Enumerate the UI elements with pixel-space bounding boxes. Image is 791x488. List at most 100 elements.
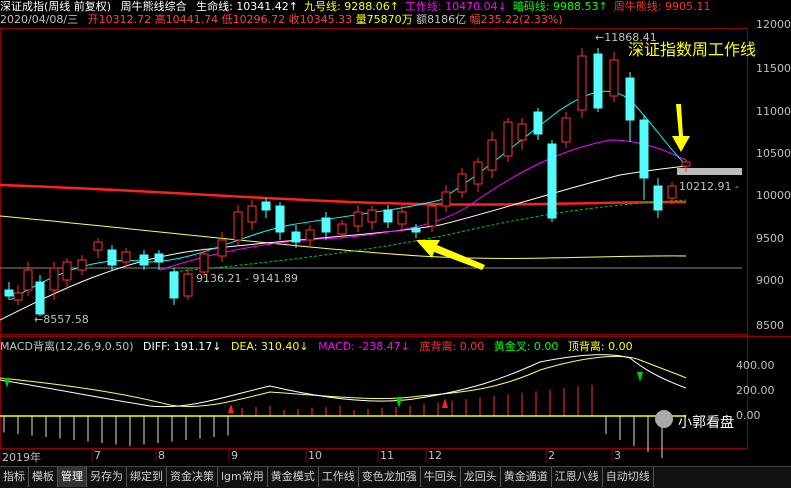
candle-body xyxy=(367,209,377,223)
price-axis-label: 10500 xyxy=(756,147,791,160)
tab-3[interactable]: 另存为 xyxy=(87,467,127,487)
macd-green-arrow-3 xyxy=(637,372,643,382)
price-axis-label: 10000 xyxy=(756,189,791,202)
tab-10[interactable]: 牛回头 xyxy=(421,467,461,487)
candle-body xyxy=(93,241,103,251)
macd-golden: 黄金叉: 0.00 xyxy=(493,340,559,353)
range-annotation: 9136.21 - 9141.89 xyxy=(196,272,298,285)
candle-body xyxy=(639,119,649,179)
candle-body xyxy=(609,59,619,97)
price-axis-label: 11500 xyxy=(756,62,791,75)
kline-chart[interactable] xyxy=(0,0,791,466)
tab-0[interactable]: 指标 xyxy=(0,467,29,487)
candle-body xyxy=(353,211,363,227)
macd-axis-0: 0.00 xyxy=(736,409,761,422)
price-axis-label: 12000 xyxy=(756,18,791,31)
date-label: 2019年 xyxy=(2,451,41,464)
main-panel-border xyxy=(0,28,748,335)
candle-body xyxy=(653,185,663,211)
yellow-arrow-down-icon xyxy=(672,104,690,152)
macd-axis-200: 200.00 xyxy=(736,384,775,397)
price-axis-label: 8500 xyxy=(756,319,784,332)
candle-body xyxy=(199,253,209,273)
macd-top-div: 顶背离: 0.00 xyxy=(567,340,633,353)
current-annotation: 10212.91 - xyxy=(679,180,739,193)
candle-body xyxy=(457,173,467,193)
macd-green-arrow-2 xyxy=(396,398,402,408)
candle-body xyxy=(337,223,347,235)
candle-body xyxy=(154,253,164,263)
candle-body xyxy=(667,185,677,199)
tab-12[interactable]: 黄金通道 xyxy=(501,467,552,487)
short-ma-line xyxy=(9,90,687,301)
candle-body xyxy=(23,269,33,291)
tab-13[interactable]: 江恩八线 xyxy=(552,467,603,487)
tab-11[interactable]: 龙回头 xyxy=(461,467,501,487)
wechat-icon xyxy=(655,410,673,428)
date-ticks xyxy=(0,449,613,462)
macd-header: MACD背离(12,26,9,0.50) DIFF: 191.17↓ DEA: … xyxy=(0,338,639,354)
date-label: 2 xyxy=(548,449,555,462)
candle-body xyxy=(561,117,571,143)
candle-body xyxy=(411,227,421,233)
chart-title-annotation: 深证指数周工作线 xyxy=(628,40,757,59)
macd-diff: DIFF: 191.17↓ xyxy=(143,340,222,353)
candle-body xyxy=(517,123,527,141)
current-price-box xyxy=(677,168,742,175)
tab-8[interactable]: 工作线 xyxy=(319,467,359,487)
candle-body xyxy=(305,229,315,241)
indicator-tab-bar: 指标 模板 管理 另存为 绑定到 资金决策 lgm常用 黄金模式 工作线 变色龙加强 牛回头 龙回头黄… xyxy=(0,466,791,488)
tab-5[interactable]: 资金决策 xyxy=(167,467,218,487)
tab-4[interactable]: 绑定到 xyxy=(127,467,167,487)
candle-body xyxy=(291,231,301,243)
candle-body xyxy=(217,239,227,257)
price-axis-label: 11000 xyxy=(756,105,791,118)
candle-group xyxy=(4,48,691,316)
candle-body xyxy=(77,259,87,271)
yellow-arrow-left-icon xyxy=(416,240,485,270)
date-label: 8 xyxy=(158,449,165,462)
candle-body xyxy=(183,273,193,297)
macd-name: MACD背离(12,26,9,0.50) xyxy=(0,340,134,353)
candle-body xyxy=(503,121,513,157)
tab-14[interactable]: 自动切线 xyxy=(603,467,654,487)
diff-line xyxy=(0,354,687,408)
watermark: 小郭看盘 xyxy=(678,415,734,431)
candle-body xyxy=(275,205,285,233)
tab-6[interactable]: lgm常用 xyxy=(218,467,268,487)
candle-body xyxy=(681,161,691,167)
candle-body xyxy=(35,281,45,315)
candle-body xyxy=(233,211,243,241)
candle-body xyxy=(383,209,393,223)
macd-histogram xyxy=(3,384,663,458)
candle-body xyxy=(107,249,117,266)
candle-body xyxy=(321,217,331,233)
candle-body xyxy=(441,191,451,207)
tab-1[interactable]: 模板 xyxy=(29,467,58,487)
candle-body xyxy=(13,292,23,301)
candle-body xyxy=(427,205,437,227)
price-axis-label: 9000 xyxy=(756,274,784,287)
candle-body xyxy=(577,55,587,111)
low-annotation: ←8557.58 xyxy=(34,313,89,326)
macd-value: MACD: -238.47↓ xyxy=(318,340,410,353)
candle-body xyxy=(169,271,179,299)
candle-body xyxy=(4,289,14,297)
date-label: 7 xyxy=(94,449,101,462)
date-label: 10 xyxy=(308,449,322,462)
macd-green-arrow-1 xyxy=(4,378,10,388)
tab-9[interactable]: 变色龙加强 xyxy=(359,467,421,487)
candle-body xyxy=(593,53,603,109)
zhouniuxiong-line xyxy=(0,183,687,206)
macd-dea: DEA: 310.40↓ xyxy=(230,340,309,353)
candle-body xyxy=(625,77,635,121)
date-label: 9 xyxy=(231,449,238,462)
date-label: 3 xyxy=(614,449,621,462)
price-axis-label: 9500 xyxy=(756,232,784,245)
candle-body xyxy=(487,139,497,171)
candle-body xyxy=(473,161,483,185)
candle-body xyxy=(547,143,557,219)
macd-axis-400: 400.00 xyxy=(736,359,775,372)
tab-7[interactable]: 黄金模式 xyxy=(268,467,319,487)
tab-2[interactable]: 管理 xyxy=(58,467,87,487)
